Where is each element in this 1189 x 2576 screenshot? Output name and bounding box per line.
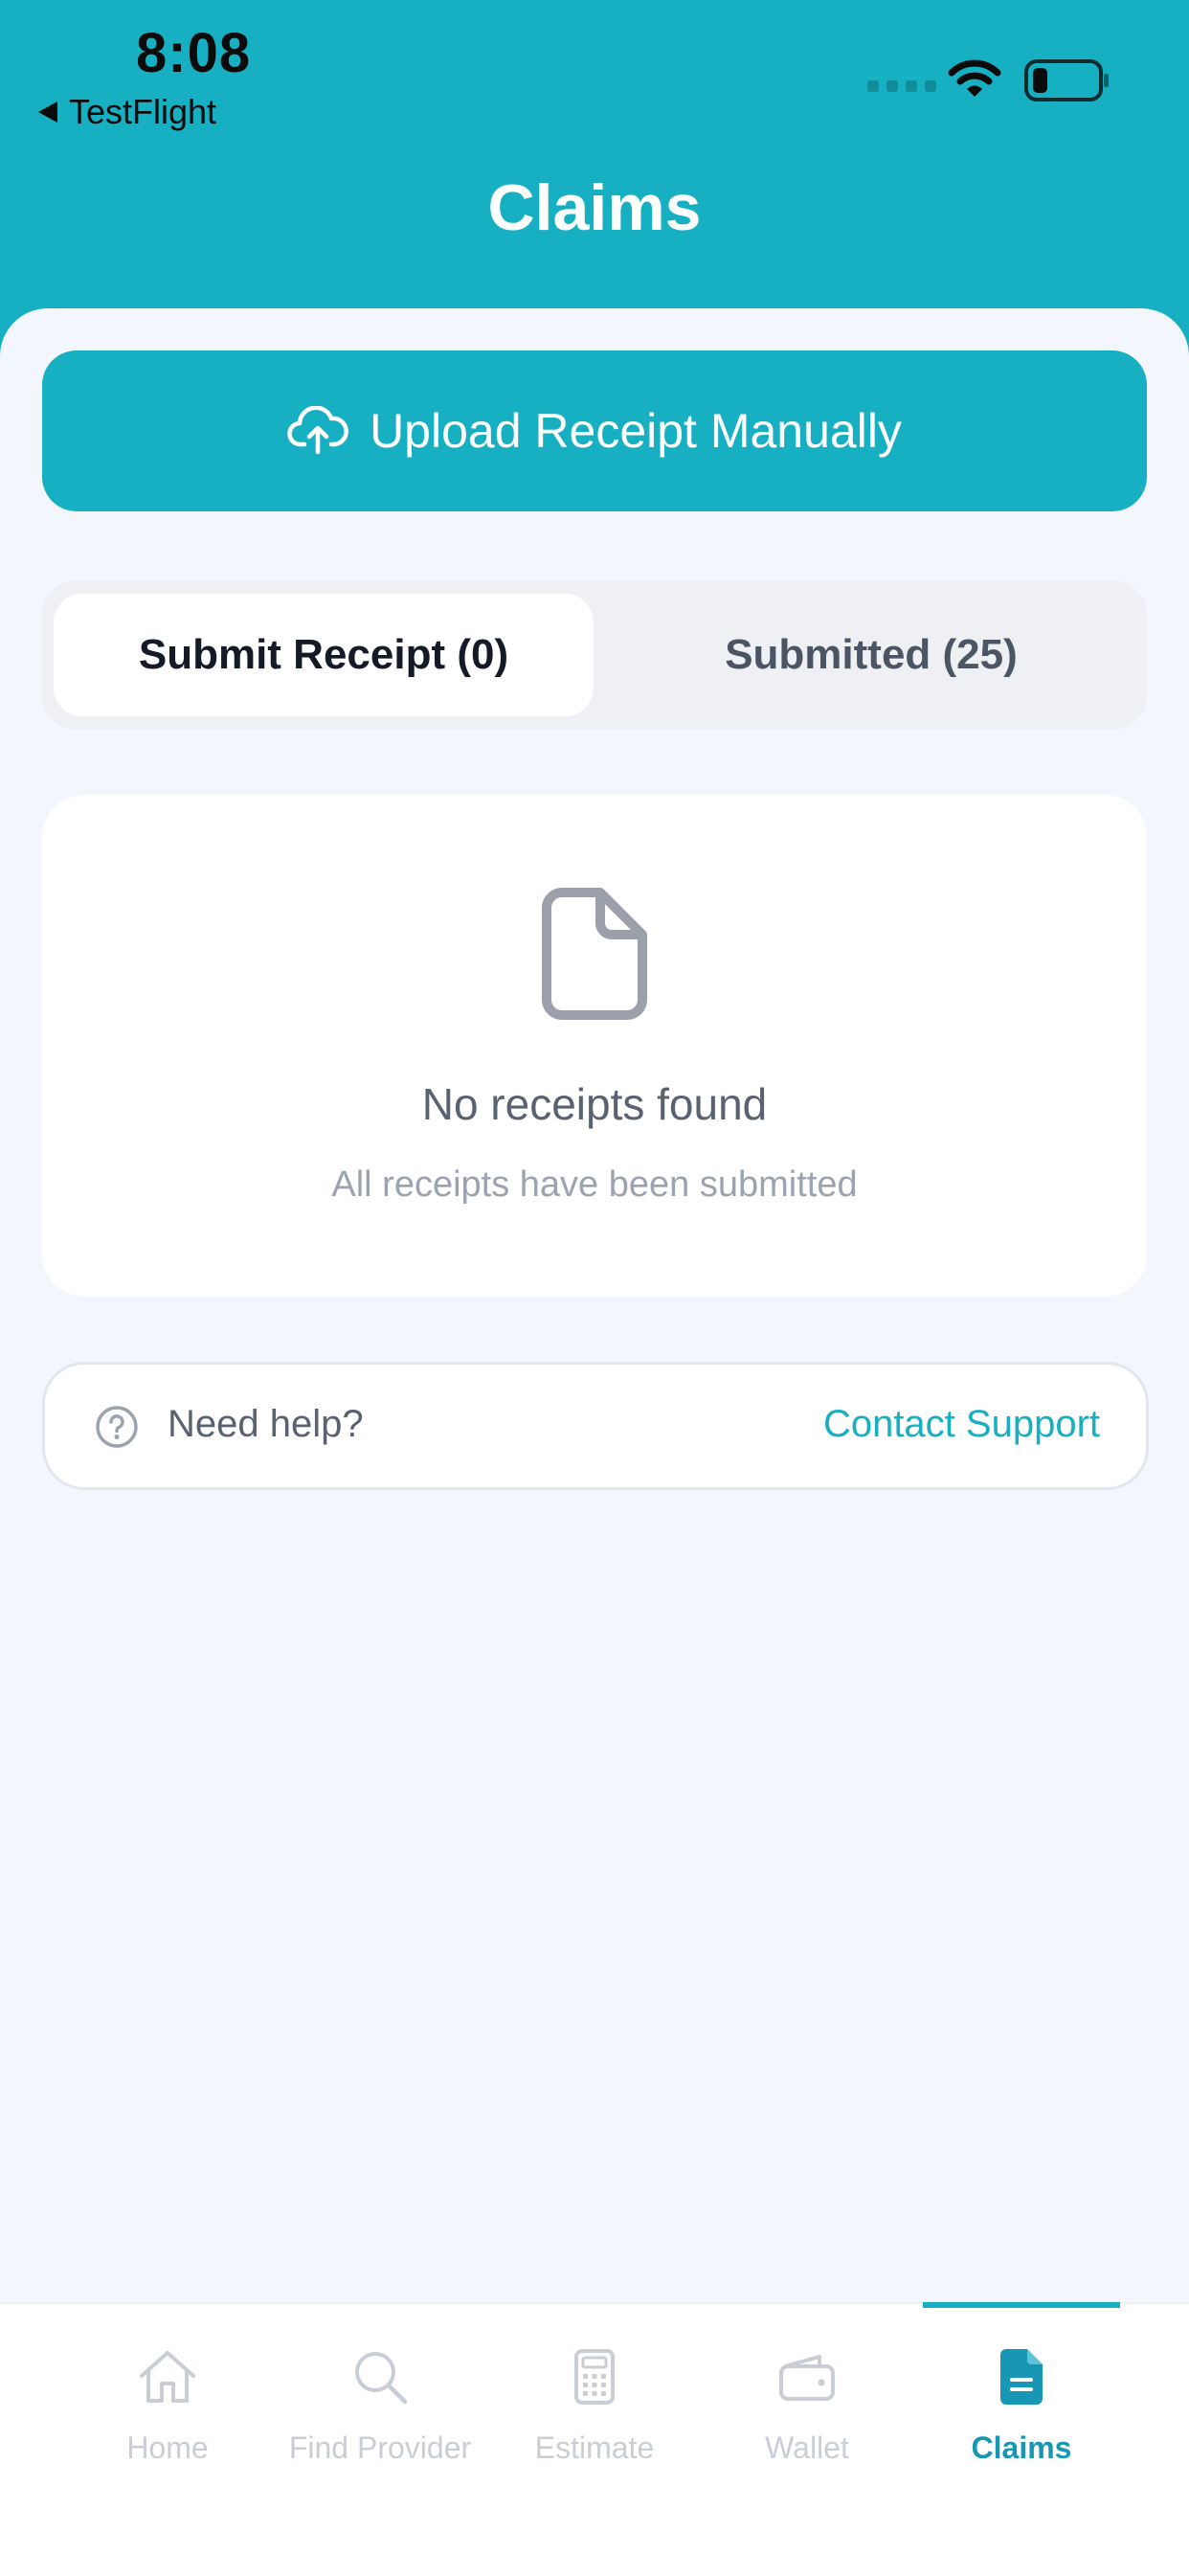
page-title: Claims	[487, 171, 702, 244]
tab-submit-receipt[interactable]: Submit Receipt (0)	[54, 594, 594, 716]
tab-home[interactable]: Home	[61, 2340, 274, 2484]
search-icon	[355, 2352, 408, 2405]
back-to-testflight[interactable]: TestFlight	[38, 92, 216, 132]
tab-wallet[interactable]: Wallet	[701, 2340, 913, 2484]
tab-estimate[interactable]: Estimate	[488, 2340, 701, 2484]
tab-wallet-label: Wallet	[765, 2430, 849, 2465]
home-icon	[140, 2351, 195, 2403]
tab-find-provider-label: Find Provider	[288, 2430, 472, 2465]
help-label: Need help?	[168, 1403, 364, 1445]
tab-estimate-label: Estimate	[534, 2430, 655, 2465]
upload-receipt-label: Upload Receipt Manually	[370, 404, 902, 458]
wallet-icon	[779, 2355, 835, 2401]
cellular-signal-icon	[867, 80, 936, 92]
tab-submitted-label: Submitted (25)	[725, 631, 1018, 678]
tab-submit-receipt-label: Submit Receipt (0)	[138, 631, 509, 678]
tab-claims[interactable]: Claims	[915, 2340, 1128, 2484]
upload-receipt-button[interactable]: Upload Receipt Manually	[42, 350, 1147, 511]
back-label: TestFlight	[69, 92, 217, 131]
receipt-segmented-control: Submit Receipt (0) Submitted (25)	[42, 580, 1147, 730]
status-time: 8:08	[136, 22, 252, 84]
document-icon	[542, 888, 647, 1020]
tab-submitted[interactable]: Submitted (25)	[601, 594, 1141, 716]
tab-home-label: Home	[126, 2430, 209, 2465]
question-circle-icon	[96, 1406, 138, 1448]
battery-icon	[1024, 59, 1109, 102]
bottom-tab-bar: Home Find Provider Estimate Wallet Claim…	[0, 2302, 1189, 2576]
tab-find-provider[interactable]: Find Provider	[274, 2340, 486, 2484]
back-arrow-icon	[38, 102, 57, 123]
active-tab-indicator	[923, 2302, 1120, 2308]
empty-state-card: No receipts found All receipts have been…	[42, 795, 1147, 1297]
cloud-upload-icon	[287, 406, 348, 455]
document-icon	[1000, 2349, 1043, 2405]
help-card: Need help? Contact Support	[42, 1362, 1149, 1490]
empty-state-subtitle: All receipts have been submitted	[331, 1164, 858, 1205]
wifi-icon	[948, 59, 1001, 97]
calculator-icon	[574, 2349, 615, 2405]
empty-state-title: No receipts found	[421, 1079, 768, 1129]
contact-support-link[interactable]: Contact Support	[823, 1403, 1100, 1446]
tab-claims-label: Claims	[971, 2430, 1072, 2465]
